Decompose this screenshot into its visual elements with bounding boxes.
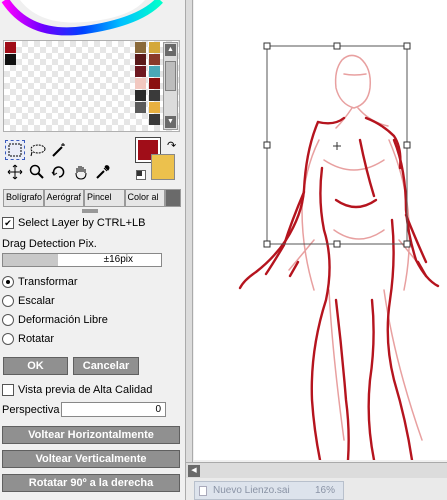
scrollbar-thumb[interactable] [165,61,176,91]
hand-icon[interactable] [71,162,91,182]
zoom-icon[interactable] [27,162,47,182]
move-icon[interactable] [5,162,25,182]
reset-colors-icon[interactable] [136,170,146,180]
eyedropper-icon[interactable] [93,162,113,182]
document-tab[interactable]: Nuevo Lienzo.sai 16% [194,481,344,500]
radio-label: Transformar [18,276,78,288]
swatch[interactable] [5,54,16,65]
tool-grid [3,140,133,184]
swatch[interactable] [149,54,160,65]
swatch[interactable] [5,42,16,53]
swatch[interactable] [135,54,146,65]
radio-label: Rotatar [18,333,55,345]
hq-preview-label: Vista previa de Alta Calidad [18,384,153,396]
selection-rect-icon[interactable] [5,140,25,160]
mode-escalar[interactable]: Escalar [2,295,55,307]
drag-detection-row: Drag Detection Pix. [2,238,97,250]
swatch[interactable] [149,90,160,101]
mode-transformar[interactable]: Transformar [2,276,78,288]
scroll-up-icon[interactable]: ▲ [165,44,176,56]
scroll-left-icon[interactable]: ◀ [188,465,200,477]
radio-transformar[interactable] [2,276,14,288]
sai-window: ▲ ▼ ↷ Bolígrafo Aerógraf Pincel Color al… [0,0,447,500]
hq-preview-option[interactable]: Vista previa de Alta Calidad [2,384,152,396]
radio-rotatar[interactable] [2,333,14,345]
flip-vertical-button[interactable]: Voltear Verticalmente [2,450,180,468]
color-scratchpad[interactable] [3,40,180,132]
perspective-row: Perspectiva [2,404,59,416]
scratchpad-scrollbar[interactable]: ▲ ▼ [163,42,178,130]
swatch[interactable] [135,102,146,113]
swatch[interactable] [149,102,160,113]
drawing-canvas[interactable] [194,0,447,460]
swatch[interactable] [149,66,160,77]
swatch[interactable] [135,42,146,53]
scroll-down-icon[interactable]: ▼ [165,116,176,128]
rotate-90-button[interactable]: Rotatar 90º a la derecha [2,474,180,492]
brush-tabs-scroll[interactable] [165,189,181,207]
panel-separator[interactable] [185,0,193,500]
document-icon [199,485,207,496]
tool-panel: ▲ ▼ ↷ Bolígrafo Aerógraf Pincel Color al… [0,0,185,500]
document-name: Nuevo Lienzo.sai [213,485,290,496]
swatch[interactable] [149,114,160,125]
perspective-input[interactable]: 0 [61,402,166,417]
radio-escalar[interactable] [2,295,14,307]
swatch[interactable] [135,66,146,77]
lasso-icon[interactable] [27,140,47,160]
transform-bounding-box[interactable] [263,42,411,248]
sketch-figure [238,42,440,460]
radio-label: Escalar [18,295,55,307]
document-tabs: Nuevo Lienzo.sai 16% [186,478,447,500]
select-layer-option[interactable]: ✔ Select Layer by CTRL+LB [2,217,145,229]
swatch[interactable] [149,42,160,53]
radio-deformacion[interactable] [2,314,14,326]
drag-detection-label: Drag Detection Pix. [2,238,97,250]
brush-tab[interactable]: Bolígrafo [3,189,44,207]
drag-detection-value: ±16pix [103,254,133,265]
perspective-label: Perspectiva [2,404,60,416]
select-layer-checkbox[interactable]: ✔ [2,217,14,229]
select-layer-label: Select Layer by CTRL+LB [18,217,146,229]
panel-divider[interactable] [82,209,98,213]
flip-horizontal-button[interactable]: Voltear Horizontalmente [2,426,180,444]
ok-button[interactable]: OK [3,357,68,375]
radio-label: Deformación Libre [18,314,108,326]
brush-tab[interactable]: Pincel [84,189,125,207]
drag-detection-slider[interactable]: ±16pix [2,253,162,267]
swatch[interactable] [135,90,146,101]
swatch[interactable] [149,78,160,89]
swatch[interactable] [135,78,146,89]
canvas-horizontal-scrollbar[interactable]: ◀ [186,462,447,478]
mode-deformacion[interactable]: Deformación Libre [2,314,108,326]
brush-tab[interactable]: Aerógraf [43,189,84,207]
rotate-icon[interactable] [49,162,69,182]
mode-rotatar[interactable]: Rotatar [2,333,54,345]
brush-tabs: Bolígrafo Aerógraf Pincel Color al [3,189,181,207]
cancel-button[interactable]: Cancelar [73,357,139,375]
background-color[interactable] [151,154,175,180]
color-indicator[interactable]: ↷ [134,137,182,186]
brush-tab[interactable]: Color al [124,189,165,207]
drag-detection-fill [3,254,59,266]
magic-wand-icon[interactable] [49,140,69,160]
hq-preview-checkbox[interactable] [2,384,14,396]
color-wheel[interactable] [0,0,185,38]
zoom-level: 16% [314,485,335,496]
swap-colors-icon[interactable]: ↷ [167,139,176,152]
